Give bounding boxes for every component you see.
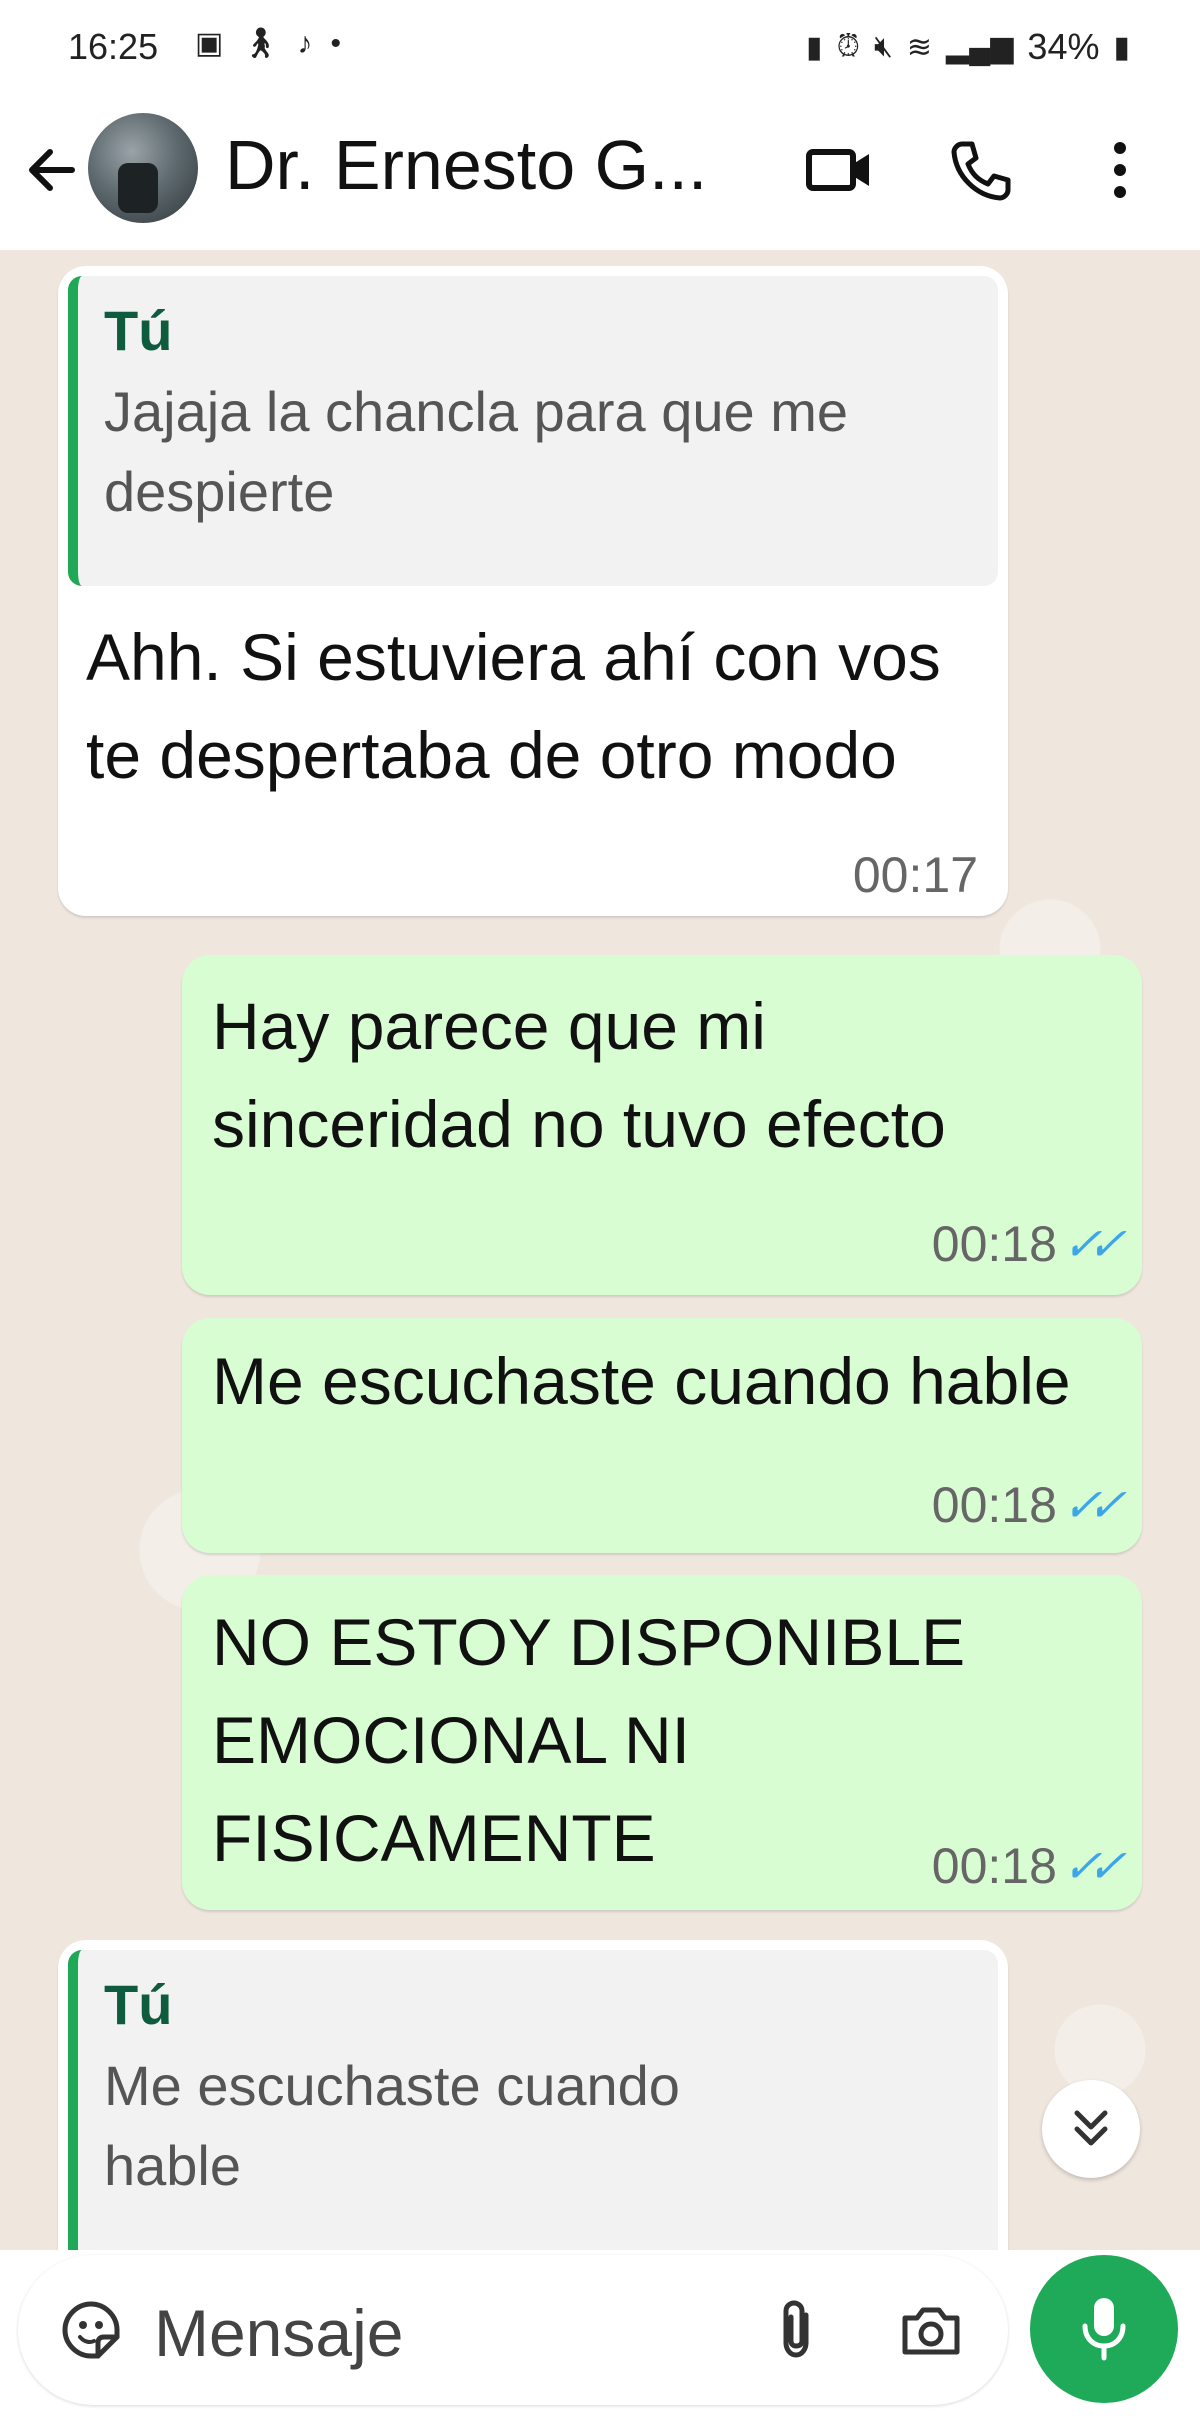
mic-button[interactable] <box>1030 2255 1178 2403</box>
message-composer[interactable]: Mensaje <box>18 2255 1008 2405</box>
message-time: 00:18 ✓✓ <box>931 1837 1125 1895</box>
back-arrow-icon[interactable] <box>22 135 82 205</box>
quote-text: Me escuchaste cuando hable <box>104 2054 680 2197</box>
alarm-icon: ⏰︎ <box>836 30 860 63</box>
status-bar: 16:25 ▣ 🚶︎ ♪ • ▮ ⏰︎ 🔇︎ ≋ ▂▄▆ 34% ▮ <box>0 0 1200 95</box>
gallery-notification-icon: ▣ <box>195 27 224 60</box>
message-time: 00:18 ✓✓ <box>931 1215 1125 1273</box>
message-time: 00:17 <box>853 846 978 904</box>
message-bubble-outgoing[interactable]: Me escuchaste cuando hable 00:18 ✓✓ <box>182 1318 1142 1553</box>
video-call-icon[interactable] <box>795 125 885 215</box>
camera-icon[interactable] <box>888 2287 974 2373</box>
phone-icon[interactable] <box>935 125 1025 215</box>
read-ticks-icon: ✓✓ <box>1058 1840 1125 1892</box>
time-label: 00:18 <box>931 1477 1057 1533</box>
message-bubble-incoming[interactable]: Tú Me escuchaste cuando hable <box>58 1940 1008 2250</box>
status-left-icons: ▣ 🚶︎ ♪ • <box>195 26 341 61</box>
scroll-to-bottom-button[interactable] <box>1042 2080 1140 2178</box>
more-vert-icon[interactable] <box>1075 125 1165 215</box>
read-ticks-icon: ✓✓ <box>1058 1479 1125 1531</box>
message-text: Ahh. Si estuviera ahí con vos te despert… <box>86 620 941 792</box>
mic-icon <box>1082 2298 1126 2361</box>
battery-icon: ▮ <box>1113 30 1130 64</box>
contact-name[interactable]: Dr. Ernesto G... <box>225 125 707 205</box>
chat-area[interactable]: Tú Jajaja la chancla para que me despier… <box>0 250 1200 2250</box>
quoted-message[interactable]: Tú Me escuchaste cuando hable <box>68 1950 998 2250</box>
quote-author: Tú <box>104 1973 173 2036</box>
quoted-message[interactable]: Tú Jajaja la chancla para que me despier… <box>68 276 998 586</box>
battery-percent: 34% <box>1027 26 1100 67</box>
wifi-icon: ≋ <box>906 30 933 64</box>
status-right-icons: ▮ ⏰︎ 🔇︎ ≋ ▂▄▆ 34% ▮ <box>806 26 1130 68</box>
status-time: 16:25 <box>68 26 159 67</box>
quote-text: Jajaja la chancla para que me despierte <box>104 380 849 523</box>
avatar[interactable] <box>88 113 198 223</box>
message-bubble-incoming[interactable]: Tú Jajaja la chancla para que me despier… <box>58 266 1008 916</box>
attach-icon[interactable] <box>753 2287 839 2373</box>
time-label: 00:18 <box>931 1838 1057 1894</box>
double-chevron-down-icon <box>1074 2110 1108 2146</box>
read-ticks-icon: ✓✓ <box>1058 1218 1125 1270</box>
chat-header: Dr. Ernesto G... <box>0 95 1200 250</box>
time-label: 00:17 <box>852 847 978 903</box>
quote-author: Tú <box>104 299 173 362</box>
dot-icon: • <box>330 26 341 60</box>
sticker-icon[interactable] <box>48 2287 134 2373</box>
lock-icon: ▮ <box>806 30 823 64</box>
message-time: 00:18 ✓✓ <box>931 1476 1125 1534</box>
message-text: Me escuchaste cuando hable <box>212 1344 1071 1418</box>
walking-icon: 🚶︎ <box>241 27 280 60</box>
time-label: 00:18 <box>931 1216 1057 1272</box>
message-input[interactable]: Mensaje <box>154 2295 403 2371</box>
message-bubble-outgoing[interactable]: NO ESTOY DISPONIBLE EMOCIONAL NI FISICAM… <box>182 1575 1142 1910</box>
mute-icon: 🔇︎ <box>873 30 893 63</box>
tiktok-icon: ♪ <box>297 26 313 60</box>
message-text: Hay parece que mi sinceridad no tuvo efe… <box>212 989 946 1161</box>
message-bubble-outgoing[interactable]: Hay parece que mi sinceridad no tuvo efe… <box>182 955 1142 1295</box>
signal-icon: ▂▄▆ <box>946 30 1014 64</box>
